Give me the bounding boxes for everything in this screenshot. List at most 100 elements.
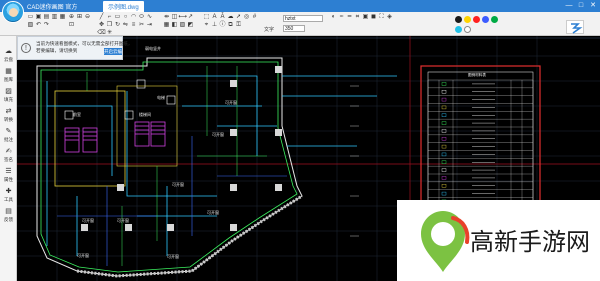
legend-title: 图例材料表 [468,72,486,77]
open-folder-icon[interactable]: ▣ [35,14,42,21]
tools-icon: ✚ [5,188,12,195]
color-white[interactable] [464,26,471,33]
print-icon[interactable]: ▦ [59,14,66,21]
text-tool-icon[interactable]: A [211,14,218,21]
undo-icon[interactable]: ↶ [35,22,42,29]
close-icon[interactable]: ✕ [589,1,597,10]
info-icon[interactable]: ⓘ [219,22,226,29]
annotate-tools: ⇹ ◫ ⟷ ↗ ▦ ◧ ▨ ◩ [163,14,201,29]
sidebar-item-properties[interactable]: ☰ 属性 [0,168,17,186]
ortho-icon[interactable]: ⊥ [211,22,218,29]
sidebar-item-tools[interactable]: ✚ 工具 [0,188,17,206]
layer-icon[interactable]: ◩ [187,22,194,29]
fullscreen-icon[interactable]: ⛶ [378,14,385,21]
sidebar-item-comment[interactable]: ✎ 批注 [0,128,17,146]
sidebar-item-fill[interactable]: ▨ 填充 [0,88,17,106]
file-tools: ▭ ▣ ▤ ▥ ▦ ▧ ↶ ↷ [27,14,67,29]
legend-symbol [441,191,447,196]
save-icon[interactable]: ▤ [43,14,50,21]
watermark-site-name: 高新手游网 [470,228,590,256]
polyline-icon[interactable]: ⌐ [106,14,113,21]
move-icon[interactable]: ✥ [98,22,105,29]
size-select[interactable]: 350 [283,25,305,32]
snap-icon[interactable]: ⌖ [203,22,210,29]
background-icon[interactable]: ◼ [370,14,377,21]
redo-icon[interactable]: ↷ [43,22,50,29]
mirror-icon[interactable]: ⇋ [122,22,129,29]
spline-icon[interactable]: ∿ [146,14,153,21]
extend-icon[interactable]: ⇥ [146,22,153,29]
maximize-icon[interactable]: □ [577,1,585,10]
table-icon[interactable]: ▦ [163,22,170,29]
sidebar: ☁ 云盘 ▦ 图库 ▨ 填充 ⇄ 转换 ✎ 批注 ✍ 签名 ☰ 属性 ✚ 工具 … [0,36,17,281]
sidebar-item-feedback[interactable]: ▤ 反馈 [0,208,17,226]
svg-text:可开窗: 可开窗 [167,253,179,259]
lineweight-icon[interactable]: ━ [346,14,353,21]
minimize-icon[interactable]: — [565,1,573,10]
revision-icon[interactable]: ◎ [243,14,250,21]
arc-icon[interactable]: ◠ [130,14,137,21]
line-icon[interactable]: ╱ [98,14,105,21]
hatch-icon[interactable]: ▨ [179,22,186,29]
trim-icon[interactable]: ✂ [138,22,145,29]
open-cloud-edit-button[interactable]: 开启云编 [104,48,122,55]
save-as-icon[interactable]: ▥ [51,14,58,21]
measure-icon[interactable]: ⇹ [163,14,170,21]
font-select[interactable]: hztxt [283,15,323,22]
color-blue[interactable] [482,16,489,23]
image-icon[interactable]: ▣ [362,14,369,21]
color-cyan[interactable] [455,26,462,33]
view-style-tools: ◐ ┅ ━ ⌗ ▣ ◼ ⛶ ◈ [330,14,400,21]
feedback-icon: ▤ [5,208,12,215]
compare-icon[interactable]: ⧉ [227,22,234,29]
3d-view-icon[interactable]: ◈ [386,14,393,21]
legend-symbol [441,105,447,110]
fill-icon: ▨ [5,88,12,95]
legend-symbol [441,97,447,102]
select-icon[interactable]: ⬚ [203,14,210,21]
linetype-icon[interactable]: ┅ [338,14,345,21]
export-icon[interactable]: ▧ [27,22,34,29]
mtext-icon[interactable]: Ā [219,14,226,21]
cloud-mark-icon[interactable]: ☁ [227,14,234,21]
zoom-out-icon[interactable]: ⊖ [84,14,91,21]
color-green[interactable] [491,16,498,23]
circle-icon[interactable]: ○ [122,14,129,21]
zoom-in-icon[interactable]: ⊕ [68,14,75,21]
color-picker-icon[interactable]: ◐ [330,14,337,21]
grid-icon[interactable]: # [251,14,258,21]
app-logo [566,20,584,34]
match-props-icon[interactable]: ⌗ [354,14,361,21]
arrow-icon[interactable]: ➚ [235,14,242,21]
ellipse-icon[interactable]: ⬭ [138,14,145,21]
dimension-icon[interactable]: ⟷ [178,14,187,21]
offset-icon[interactable]: ≡ [130,22,137,29]
zoom-extents-icon[interactable]: ⊡ [68,22,75,29]
color-red[interactable] [473,16,480,23]
watermark-logo [421,211,470,272]
sidebar-item-convert[interactable]: ⇄ 转换 [0,108,17,126]
properties-icon: ☰ [5,168,12,175]
mode-notice: ! 当前为快速看图模式，可以无需全部打开图纸， 若要编辑，请切换到 开启云编 [17,36,132,60]
lock-icon[interactable]: ⚿ [235,22,242,29]
sidebar-item-signature[interactable]: ✍ 签名 [0,148,17,166]
legend-symbol [441,82,447,86]
avatar[interactable] [2,1,24,23]
zoom-window-icon[interactable]: ⊞ [76,14,83,21]
leader-icon[interactable]: ↗ [187,14,194,21]
color-black[interactable] [455,16,462,23]
legend-symbol [441,90,447,94]
color-yellow[interactable] [464,16,471,23]
rectangle-icon[interactable]: ▭ [114,14,121,21]
area-icon[interactable]: ◫ [171,14,178,21]
rotate-icon[interactable]: ↻ [114,22,121,29]
tab-document[interactable]: 示例图.dwg [103,1,144,12]
legend-symbol [441,152,447,157]
block-icon[interactable]: ◧ [171,22,178,29]
legend-symbol [441,160,447,164]
copy-icon[interactable]: ❐ [106,22,113,29]
sidebar-item-gallery[interactable]: ▦ 图库 [0,68,17,86]
new-file-icon[interactable]: ▭ [27,14,34,21]
legend-symbol [441,113,447,117]
sidebar-item-cloud[interactable]: ☁ 云盘 [0,48,17,66]
